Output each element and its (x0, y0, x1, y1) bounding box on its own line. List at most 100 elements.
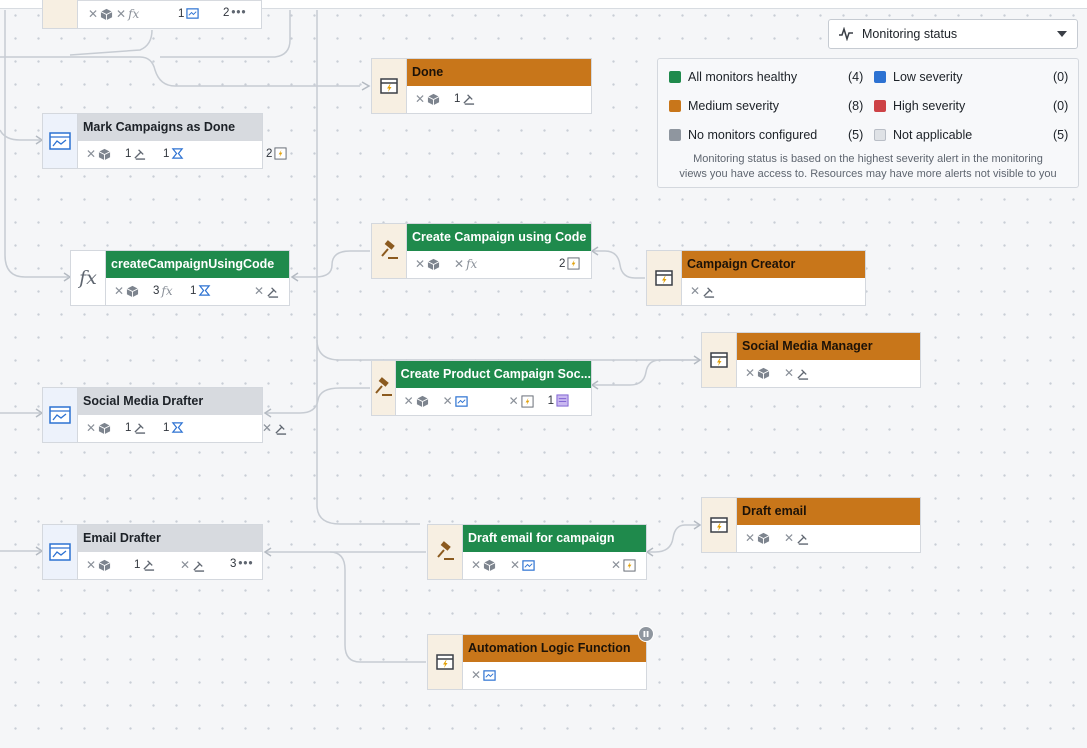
node-create-campaign-using-code-function[interactable]: fx createCampaignUsingCode ✕ 3 fx 1 ✕ (70, 250, 290, 306)
node-email-drafter[interactable]: Email Drafter ✕ 1 ✕ 3 ••• (42, 524, 263, 580)
count: 1 (547, 394, 555, 407)
legend-swatch (874, 100, 886, 112)
node-title: createCampaignUsingCode (106, 251, 289, 278)
node-draft-email-for-campaign[interactable]: Draft email for campaign ✕ ✕ ✕ (427, 524, 647, 580)
automation-side (701, 497, 736, 553)
action-type-icon (193, 560, 205, 572)
object-cube-icon (427, 258, 440, 270)
legend-count: (0) (1053, 99, 1069, 113)
legend-item: High severity (874, 99, 965, 113)
node-title: Draft email for campaign (463, 525, 646, 552)
legend-item: Low severity (874, 70, 962, 84)
workshop-icon (49, 132, 71, 150)
more-icon[interactable]: ••• (231, 7, 246, 19)
legend-count: (5) (1053, 128, 1069, 142)
node-title: Automation Logic Function (463, 635, 646, 662)
legend-swatch (669, 129, 681, 141)
object-cube-icon (757, 532, 770, 544)
node-done[interactable]: Done ✕ 1 (371, 58, 592, 114)
monitoring-status-dropdown[interactable]: Monitoring status (828, 19, 1078, 49)
action-side (42, 0, 77, 29)
close-icon[interactable]: ✕ (443, 394, 453, 408)
close-icon[interactable]: ✕ (404, 394, 414, 408)
paused-icon[interactable] (638, 626, 654, 642)
close-icon[interactable]: ✕ (745, 531, 755, 545)
close-icon[interactable]: ✕ (88, 7, 98, 21)
legend-label: All monitors healthy (688, 70, 798, 84)
close-icon[interactable]: ✕ (415, 257, 425, 271)
legend-count: (4) (848, 70, 864, 84)
function-side: fx (70, 250, 105, 306)
node-create-campaign-using-code[interactable]: Create Campaign using Code ✕ ✕ fx 2 (371, 223, 592, 279)
object-cube-icon (126, 285, 139, 297)
logic-icon (172, 422, 184, 433)
node-mark-campaigns-as-done[interactable]: Mark Campaigns as Done ✕ 1 1 2 (42, 113, 287, 169)
close-icon[interactable]: ✕ (454, 257, 464, 271)
close-icon[interactable]: ✕ (116, 7, 126, 21)
legend-label: Medium severity (688, 99, 779, 113)
gavel-icon (375, 377, 393, 396)
pulse-icon (839, 27, 853, 41)
legend-label: Low severity (893, 70, 963, 84)
close-icon[interactable]: ✕ (784, 531, 794, 545)
automation-side (646, 250, 681, 306)
count: 2 (559, 257, 566, 270)
close-icon[interactable]: ✕ (690, 284, 700, 298)
node-draft-email[interactable]: Draft email ✕ ✕ (701, 497, 921, 553)
node-social-media-manager[interactable]: Social Media Manager ✕ ✕ (701, 332, 921, 388)
legend-swatch (874, 71, 886, 83)
automation-icon (436, 654, 454, 670)
close-icon[interactable]: ✕ (471, 668, 481, 682)
close-icon[interactable]: ✕ (86, 421, 96, 435)
function-icon: fx (161, 284, 173, 298)
legend-count: (5) (848, 128, 864, 142)
close-icon[interactable]: ✕ (471, 558, 481, 572)
workshop-side (42, 387, 77, 443)
legend-item: Not applicable (874, 128, 972, 142)
close-icon[interactable]: ✕ (262, 421, 272, 435)
close-icon[interactable]: ✕ (415, 92, 425, 106)
legend-swatch (669, 100, 681, 112)
action-side (371, 223, 406, 279)
object-cube-icon (98, 559, 111, 571)
node-title: Create Campaign using Code (407, 224, 591, 251)
more-icon[interactable]: ••• (238, 558, 253, 570)
close-icon[interactable]: ✕ (611, 558, 621, 572)
action-type-icon (797, 533, 809, 545)
close-icon[interactable]: ✕ (784, 366, 794, 380)
automation-icon (623, 558, 636, 572)
gavel-icon (437, 541, 454, 560)
count: 2 (223, 7, 230, 19)
workshop-icon (455, 395, 468, 407)
node-title: Social Media Drafter (78, 388, 262, 415)
close-icon[interactable]: ✕ (86, 558, 96, 572)
node-social-media-drafter[interactable]: Social Media Drafter ✕ 1 1 ✕ (42, 387, 287, 443)
node-top-partial[interactable]: ✕ ✕ fx 1 2 ••• (42, 0, 262, 29)
action-type-icon (134, 423, 146, 434)
close-icon[interactable]: ✕ (509, 394, 519, 408)
node-title: Email Drafter (78, 525, 262, 552)
node-automation-logic-function[interactable]: Automation Logic Function ✕ (427, 634, 647, 690)
close-icon[interactable]: ✕ (510, 558, 520, 572)
node-title: Create Product Campaign Soc... (395, 361, 591, 388)
count: 1 (454, 92, 461, 105)
node-title: Draft email (737, 498, 920, 525)
node-campaign-creator[interactable]: Campaign Creator ✕ (646, 250, 866, 306)
count: 1 (190, 284, 197, 297)
close-icon[interactable]: ✕ (114, 284, 124, 298)
legend-swatch (669, 71, 681, 83)
close-icon[interactable]: ✕ (745, 366, 755, 380)
close-icon[interactable]: ✕ (180, 558, 190, 572)
node-create-product-campaign[interactable]: Create Product Campaign Soc... ✕ ✕ ✕ 1 (371, 360, 592, 416)
legend-note: views you have access to. Resources may … (679, 168, 1057, 180)
close-icon[interactable]: ✕ (254, 284, 264, 298)
object-cube-icon (483, 559, 496, 571)
function-icon: fx (466, 257, 478, 271)
automation-icon (710, 517, 728, 533)
count: 3 (153, 285, 160, 297)
workshop-side (42, 524, 77, 580)
close-icon[interactable]: ✕ (86, 147, 96, 161)
object-cube-icon (100, 8, 113, 20)
count: 1 (125, 147, 132, 160)
function-icon: fx (79, 267, 97, 289)
